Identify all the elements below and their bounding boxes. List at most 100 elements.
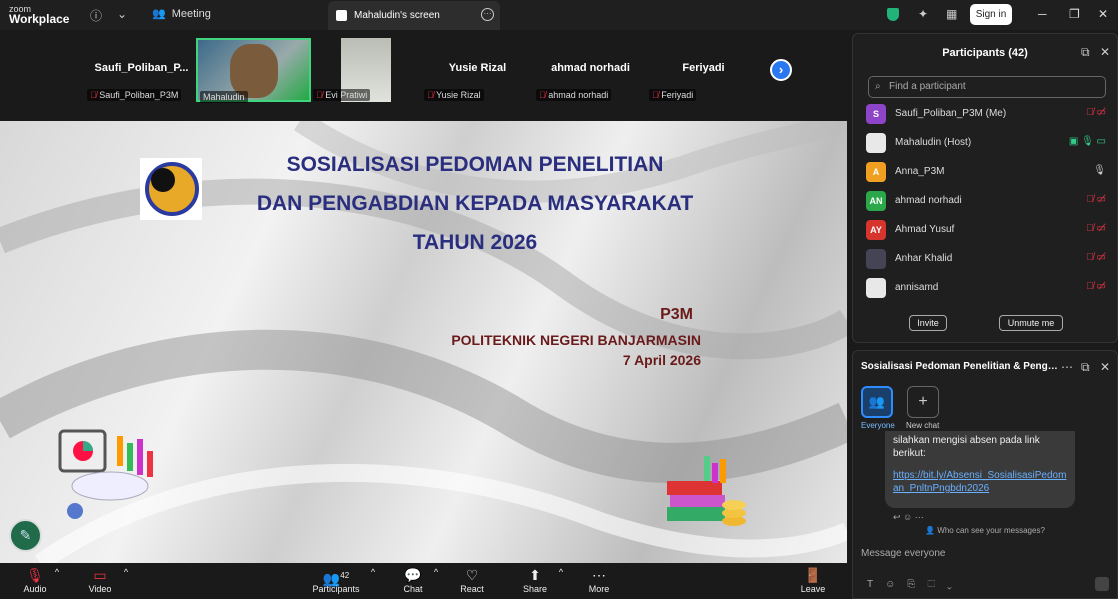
participant-row[interactable]: Mahaludin (Host) ▣ 🎙 ▭ [866,133,1106,153]
close-icon[interactable]: ✕ [1100,45,1110,59]
screen-share-tab[interactable]: Mahaludin's screen ··· [328,1,500,30]
video-tile[interactable]: Saufi_Poliban_P... 🎙̸ Saufi_Poliban_P3M [84,38,199,102]
chat-button[interactable]: 💬 Chat [388,567,438,594]
participant-status-icon: 🎙 [1093,165,1106,176]
slide-title-line3: TAHUN 2026 [412,231,538,254]
video-button[interactable]: ▭ Video [75,567,125,594]
zoom-logo: zoom Workplace [9,4,69,25]
participants-options-chevron-icon[interactable]: ^ [369,567,377,577]
video-tile-active-speaker[interactable]: Mahaludin [196,38,311,103]
minimize-icon[interactable]: ─ [1038,7,1047,21]
avatar [866,249,886,269]
tile-label: 🎙̸ Evi Pratiwi [313,89,371,101]
close-icon[interactable]: ✕ [1100,360,1110,374]
plus-icon: + [918,393,928,410]
who-can-see-text: Who can see your messages? [937,526,1045,535]
analytics-illustration-icon [58,429,153,519]
video-tile[interactable]: 🎙̸ Evi Pratiwi [313,38,391,102]
participant-status-icon: 🎙̸ ▭̸ [1086,194,1106,205]
info-icon[interactable]: ⓘ [90,7,102,24]
more-icon: ⋯ [592,567,606,583]
slide-institution: POLITEKNIK NEGERI BANJARMASIN [451,332,701,348]
search-icon: ⌕ [875,81,881,92]
invite-button[interactable]: Invite [909,315,947,331]
share-label: Share [522,584,548,594]
shared-screen: SOSIALISASI PEDOMAN PENELITIAN DAN PENGA… [0,121,847,563]
message-input[interactable]: Message everyone [861,548,946,559]
message-link[interactable]: https://bit.ly/Absensi_SosialisasiPedoma… [893,469,1067,495]
audio-options-chevron-icon[interactable]: ^ [53,567,61,577]
participant-row[interactable]: AN ahmad norhadi 🎙̸ ▭̸ [866,191,1106,211]
security-shield-icon[interactable] [887,8,899,21]
close-window-icon[interactable]: ✕ [1098,7,1108,21]
meeting-tab[interactable]: 👥 Meeting [152,7,211,21]
participant-status-icon: 🎙̸ ▭̸ [1086,281,1106,292]
popout-icon[interactable]: ⧉ [1081,45,1090,60]
mic-muted-icon: 🎙̸ [539,90,546,100]
more-options-icon[interactable]: ··· [481,8,494,21]
message-actions[interactable]: ↩ ☺ ⋯ [893,512,924,523]
participant-name: annisamd [895,282,939,293]
chat-options-chevron-icon[interactable]: ^ [432,567,440,577]
search-placeholder: Find a participant [889,81,966,92]
audio-label: Audio [23,584,47,594]
participant-name: Ahmad Yusuf [895,224,955,235]
tile-label-text: Mahaludin [203,92,245,102]
tile-label-text: Evi Pratiwi [325,90,368,100]
react-button[interactable]: ♡ React [447,567,497,594]
chevron-down-icon[interactable]: ⌄ [117,7,127,21]
avatar: AN [866,191,886,211]
video-tile[interactable]: ahmad norhadi 🎙̸ ahmad norhadi [533,38,648,102]
unmute-me-button[interactable]: Unmute me [999,315,1063,331]
ai-sparkle-icon[interactable]: ✦ [918,7,928,21]
slide-date: 7 April 2026 [622,352,701,368]
books-coins-illustration-icon [667,456,746,526]
screen-tab-label: Mahaludin's screen [354,10,440,21]
apps-icon[interactable]: ▦ [946,7,957,21]
participant-row[interactable]: AY Ahmad Yusuf 🎙̸ ▭̸ [866,220,1106,240]
tile-label: 🎙̸ ahmad norhadi [536,89,612,101]
avatar: AY [866,220,886,240]
share-options-chevron-icon[interactable]: ^ [557,567,565,577]
new-chat-button[interactable]: + [907,386,939,418]
everyone-chat-button[interactable]: 👥 [861,386,893,418]
participant-row[interactable]: Anhar Khalid 🎙̸ ▭̸ [866,249,1106,269]
video-off-icon: ▭ [93,567,107,583]
video-tile[interactable]: Yusie Rizal 🎙̸ Yusie Rizal [420,38,535,102]
tile-label-text: ahmad norhadi [548,90,609,100]
tile-label-text: Yusie Rizal [436,90,481,100]
leave-button[interactable]: 🚪 Leave [788,567,838,594]
video-tile[interactable]: Feriyadi 🎙̸ Feriyadi [646,38,761,102]
who-can-see-link[interactable]: 👤 Who can see your messages? [853,526,1117,535]
restore-icon[interactable]: ❐ [1069,7,1080,21]
avatar [866,278,886,298]
send-icon[interactable] [1095,577,1109,591]
participant-search-input[interactable]: ⌕ Find a participant [868,76,1106,98]
chat-format-tools[interactable]: T☺⎘⬚⌄ [867,579,964,590]
participant-row[interactable]: annisamd 🎙̸ ▭̸ [866,278,1106,298]
popout-icon[interactable]: ⧉ [1081,360,1090,375]
chat-more-icon[interactable]: ⋯ [1061,360,1073,374]
new-chat-label: New chat [906,421,940,430]
participants-icon: 👥42 [322,570,350,587]
video-options-chevron-icon[interactable]: ^ [122,567,130,577]
more-button[interactable]: ⋯ More [574,567,624,594]
share-button[interactable]: ⬆ Share [510,567,560,594]
video-strip: Saufi_Poliban_P... 🎙̸ Saufi_Poliban_P3M … [0,30,850,140]
institution-seal-logo [140,158,202,220]
participant-row[interactable]: A Anna_P3M 🎙 [866,162,1106,182]
participant-status-icon: ▣ 🎙 ▭ [1068,136,1106,147]
tile-label-text: Feriyadi [661,90,694,100]
mic-muted-icon: 🎙̸ [652,90,659,100]
next-page-icon[interactable]: › [770,59,792,81]
participant-row[interactable]: S Saufi_Poliban_P3M (Me) 🎙̸ ▭̸ [866,104,1106,124]
participants-button[interactable]: 👥42 Participants [306,567,366,594]
chat-icon: 💬 [404,567,422,583]
participant-name: Anna_P3M [895,166,945,177]
participant-status-icon: 🎙̸ ▭̸ [1086,107,1106,118]
chat-label: Chat [403,584,423,594]
heart-icon: ♡ [465,567,479,583]
tile-label: 🎙̸ Yusie Rizal [424,89,484,101]
annotate-pen-icon[interactable]: ✎ [9,519,42,552]
sign-in-button[interactable]: Sign in [970,4,1012,25]
